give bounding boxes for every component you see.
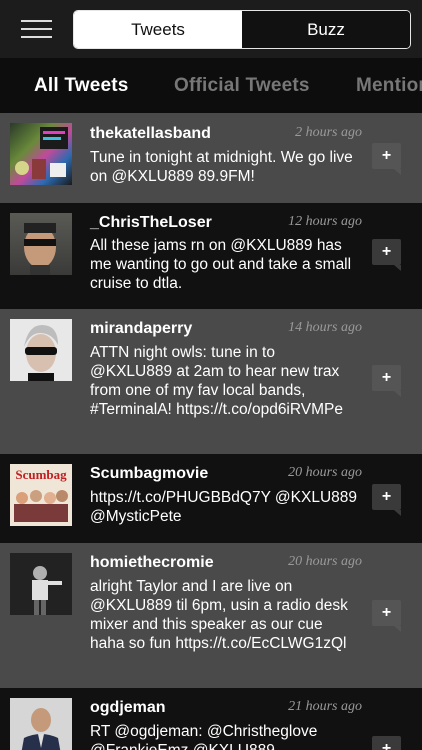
tweet-username[interactable]: Scumbagmovie [90, 465, 208, 483]
segment-tweets[interactable]: Tweets [74, 11, 242, 48]
avatar[interactable]: Scumbag [10, 464, 72, 526]
add-button[interactable]: + [372, 484, 401, 516]
tweet-timestamp: 14 hours ago [288, 320, 362, 335]
tweet-username[interactable]: ogdjeman [90, 699, 166, 717]
avatar[interactable] [10, 553, 72, 615]
tweet-feed: thekatellasband 2 hours ago Tune in toni… [0, 113, 422, 750]
add-button[interactable]: + [372, 600, 401, 632]
tweet-username[interactable]: _ChrisTheLoser [90, 214, 212, 232]
add-button[interactable]: + [372, 143, 401, 175]
tweet-timestamp: 2 hours ago [295, 125, 362, 140]
avatar[interactable] [10, 698, 72, 750]
tweet-timestamp: 21 hours ago [288, 699, 362, 714]
tweet-text: ATTN night owls: tune in to @KXLU889 at … [90, 344, 344, 418]
tweet-item[interactable]: ogdjeman 21 hours ago RT @ogdjeman: @Chr… [0, 688, 422, 750]
tweet-timestamp: 20 hours ago [288, 554, 362, 569]
tweet-text: RT @ogdjeman: @Christheglove @FrankieEmz… [90, 723, 318, 750]
tweet-text: Tune in tonight at midnight. We go live … [90, 149, 353, 185]
tweet-item[interactable]: homiethecromie 20 hours ago alright Tayl… [0, 543, 422, 688]
hamburger-menu-icon[interactable] [21, 18, 52, 40]
tweet-text: All these jams rn on @KXLU889 has me wan… [90, 237, 352, 292]
tweet-timestamp: 12 hours ago [288, 214, 362, 229]
tab-mentions[interactable]: Mention [356, 75, 422, 97]
tweet-item[interactable]: thekatellasband 2 hours ago Tune in toni… [0, 113, 422, 203]
tweet-timestamp: 20 hours ago [288, 465, 362, 480]
avatar-logo-text: Scumbag [15, 467, 67, 482]
avatar[interactable] [10, 319, 72, 381]
avatar[interactable] [10, 123, 72, 185]
tweet-item[interactable]: _ChrisTheLoser 12 hours ago All these ja… [0, 203, 422, 309]
tweet-username[interactable]: thekatellasband [90, 125, 211, 143]
top-bar: Tweets Buzz [0, 0, 422, 58]
segmented-control: Tweets Buzz [73, 10, 411, 49]
tab-official-tweets[interactable]: Official Tweets [174, 75, 310, 97]
add-button[interactable]: + [372, 736, 401, 750]
tweet-username[interactable]: homiethecromie [90, 554, 214, 572]
tweet-username[interactable]: mirandaperry [90, 320, 192, 338]
segment-buzz[interactable]: Buzz [242, 11, 410, 48]
tweet-text: alright Taylor and I are live on @KXLU88… [90, 578, 348, 652]
tab-all-tweets[interactable]: All Tweets [34, 75, 129, 97]
avatar[interactable] [10, 213, 72, 275]
tweet-item[interactable]: mirandaperry 14 hours ago ATTN night owl… [0, 309, 422, 454]
add-button[interactable]: + [372, 239, 401, 271]
add-button[interactable]: + [372, 365, 401, 397]
tweet-text: https://t.co/PHUGBBdQ7Y @KXLU889 @Mystic… [90, 489, 358, 525]
tab-bar: All Tweets Official Tweets Mention [0, 58, 422, 113]
tweet-item[interactable]: Scumbag Scumbagmovie 20 hours ago https:… [0, 454, 422, 543]
